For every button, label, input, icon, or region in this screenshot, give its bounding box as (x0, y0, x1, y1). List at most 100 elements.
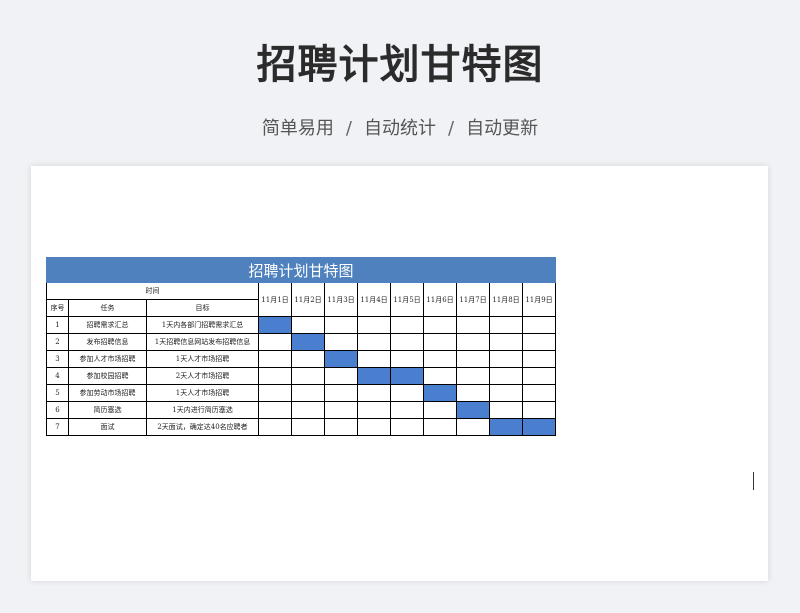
time-header[interactable]: 时间 (46, 282, 259, 300)
gantt-empty-cell[interactable] (291, 316, 325, 334)
seq-cell[interactable]: 3 (46, 350, 69, 368)
gantt-empty-cell[interactable] (291, 401, 325, 419)
subtitle-item: 自动统计 (364, 118, 436, 139)
gantt-empty-cell[interactable] (423, 418, 457, 436)
gantt-empty-cell[interactable] (456, 367, 490, 385)
task-cell[interactable]: 招聘需求汇总 (68, 316, 147, 334)
gantt-empty-cell[interactable] (258, 350, 292, 368)
date-header[interactable]: 11月7日 (456, 282, 490, 317)
goal-cell[interactable]: 1天人才市场招聘 (146, 350, 259, 368)
gantt-empty-cell[interactable] (357, 333, 391, 351)
gantt-empty-cell[interactable] (489, 401, 523, 419)
gantt-empty-cell[interactable] (489, 333, 523, 351)
gantt-empty-cell[interactable] (258, 367, 292, 385)
gantt-empty-cell[interactable] (522, 316, 556, 334)
gantt-empty-cell[interactable] (390, 350, 424, 368)
date-header[interactable]: 11月8日 (489, 282, 523, 317)
gantt-bar-cell[interactable] (324, 350, 358, 368)
gantt-empty-cell[interactable] (423, 316, 457, 334)
gantt-empty-cell[interactable] (390, 316, 424, 334)
gantt-bar-cell[interactable] (423, 384, 457, 402)
gantt-bar-cell[interactable] (522, 418, 556, 436)
gantt-empty-cell[interactable] (324, 333, 358, 351)
gantt-empty-cell[interactable] (291, 384, 325, 402)
gantt-bar-cell[interactable] (258, 316, 292, 334)
gantt-empty-cell[interactable] (324, 316, 358, 334)
gantt-empty-cell[interactable] (357, 401, 391, 419)
goal-cell[interactable]: 2天面试，确定达40名应聘者 (146, 418, 259, 436)
gantt-empty-cell[interactable] (324, 367, 358, 385)
gantt-bar-cell[interactable] (357, 367, 391, 385)
task-cell[interactable]: 参加劳动市场招聘 (68, 384, 147, 402)
gantt-empty-cell[interactable] (423, 333, 457, 351)
gantt-empty-cell[interactable] (423, 401, 457, 419)
gantt-empty-cell[interactable] (522, 384, 556, 402)
seq-cell[interactable]: 6 (46, 401, 69, 419)
gantt-banner-title[interactable]: 招聘计划甘特图 (46, 257, 556, 283)
gantt-empty-cell[interactable] (291, 418, 325, 436)
seq-cell[interactable]: 4 (46, 367, 69, 385)
gantt-empty-cell[interactable] (291, 367, 325, 385)
seq-cell[interactable]: 5 (46, 384, 69, 402)
task-cell[interactable]: 参加人才市场招聘 (68, 350, 147, 368)
gantt-empty-cell[interactable] (423, 350, 457, 368)
gantt-empty-cell[interactable] (522, 401, 556, 419)
task-cell[interactable]: 简历塞选 (68, 401, 147, 419)
gantt-bar-cell[interactable] (456, 401, 490, 419)
gantt-empty-cell[interactable] (357, 350, 391, 368)
gantt-empty-cell[interactable] (390, 384, 424, 402)
gantt-empty-cell[interactable] (456, 350, 490, 368)
date-header[interactable]: 11月3日 (324, 282, 358, 317)
gantt-empty-cell[interactable] (423, 367, 457, 385)
goal-cell[interactable]: 1天招聘信息网站发布招聘信息 (146, 333, 259, 351)
task-cell[interactable]: 面试 (68, 418, 147, 436)
date-header[interactable]: 11月6日 (423, 282, 457, 317)
date-header[interactable]: 11月5日 (390, 282, 424, 317)
date-header[interactable]: 11月9日 (522, 282, 556, 317)
gantt-empty-cell[interactable] (456, 418, 490, 436)
gantt-empty-cell[interactable] (324, 418, 358, 436)
spreadsheet-canvas[interactable]: 招聘计划甘特图 时间 11月1日 11月2日 11月3日 11月4日 11月5日 11月6… (31, 166, 768, 581)
gantt-empty-cell[interactable] (357, 316, 391, 334)
goal-cell[interactable]: 1天人才市场招聘 (146, 384, 259, 402)
gantt-bar-cell[interactable] (390, 367, 424, 385)
gantt-empty-cell[interactable] (522, 367, 556, 385)
goal-cell[interactable]: 1天内各部门招聘需求汇总 (146, 316, 259, 334)
gantt-empty-cell[interactable] (456, 384, 490, 402)
goal-header[interactable]: 目标 (146, 299, 259, 317)
task-cell[interactable]: 参加校园招聘 (68, 367, 147, 385)
gantt-empty-cell[interactable] (258, 418, 292, 436)
gantt-empty-cell[interactable] (456, 316, 490, 334)
gantt-empty-cell[interactable] (489, 350, 523, 368)
goal-cell[interactable]: 1天内进行简历塞选 (146, 401, 259, 419)
gantt-empty-cell[interactable] (324, 384, 358, 402)
gantt-bar-cell[interactable] (291, 333, 325, 351)
task-cell[interactable]: 发布招聘信息 (68, 333, 147, 351)
seq-cell[interactable]: 1 (46, 316, 69, 334)
gantt-empty-cell[interactable] (258, 333, 292, 351)
gantt-empty-cell[interactable] (258, 384, 292, 402)
gantt-empty-cell[interactable] (324, 401, 358, 419)
date-header[interactable]: 11月4日 (357, 282, 391, 317)
gantt-empty-cell[interactable] (489, 367, 523, 385)
gantt-empty-cell[interactable] (291, 350, 325, 368)
gantt-empty-cell[interactable] (522, 333, 556, 351)
seq-cell[interactable]: 7 (46, 418, 69, 436)
gantt-empty-cell[interactable] (489, 316, 523, 334)
gantt-empty-cell[interactable] (456, 333, 490, 351)
goal-cell[interactable]: 2天人才市场招聘 (146, 367, 259, 385)
date-header[interactable]: 11月2日 (291, 282, 325, 317)
gantt-bar-cell[interactable] (489, 418, 523, 436)
gantt-empty-cell[interactable] (390, 401, 424, 419)
date-header[interactable]: 11月1日 (258, 282, 292, 317)
gantt-empty-cell[interactable] (489, 384, 523, 402)
task-header[interactable]: 任务 (68, 299, 147, 317)
seq-header[interactable]: 序号 (46, 299, 69, 317)
gantt-empty-cell[interactable] (258, 401, 292, 419)
gantt-empty-cell[interactable] (522, 350, 556, 368)
gantt-empty-cell[interactable] (357, 384, 391, 402)
seq-cell[interactable]: 2 (46, 333, 69, 351)
gantt-empty-cell[interactable] (357, 418, 391, 436)
gantt-empty-cell[interactable] (390, 418, 424, 436)
gantt-empty-cell[interactable] (390, 333, 424, 351)
